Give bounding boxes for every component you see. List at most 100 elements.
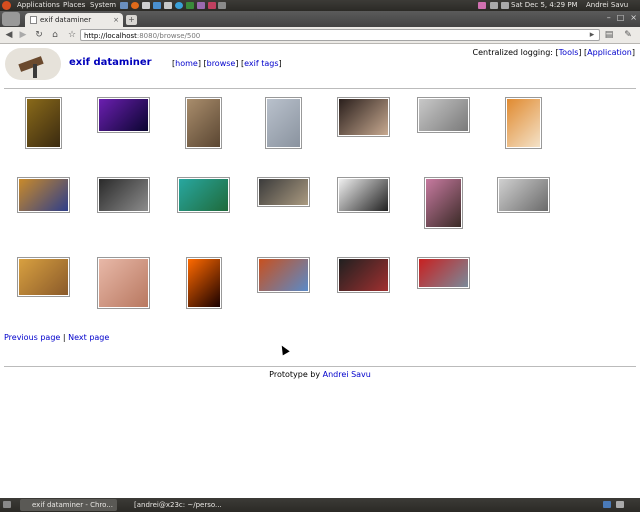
- ubuntu-logo-icon[interactable]: [2, 1, 11, 10]
- menu-applications[interactable]: Applications: [17, 0, 60, 11]
- notes-icon[interactable]: [164, 2, 172, 9]
- new-tab-button[interactable]: +: [126, 15, 137, 25]
- minimize-icon[interactable]: –: [607, 13, 611, 22]
- wrench-icon[interactable]: ✎: [622, 29, 634, 41]
- photo-thumbnail[interactable]: [417, 257, 470, 289]
- photo-image: [179, 179, 228, 211]
- photo-image: [419, 99, 468, 131]
- page-content: exif dataminer [home] [browse] [exif tag…: [0, 44, 640, 496]
- nav-browse-link[interactable]: browse: [207, 59, 236, 68]
- workspace-icon[interactable]: [603, 501, 611, 508]
- screenshot-icon[interactable]: [218, 2, 226, 9]
- text-editor-icon[interactable]: [142, 2, 150, 9]
- logging-links: Centralized logging: [Tools] [Applicatio…: [472, 48, 635, 57]
- photo-image: [499, 179, 548, 211]
- close-window-icon[interactable]: ×: [630, 13, 637, 22]
- url-path: :8080/browse/500: [136, 32, 201, 40]
- photo-thumbnail[interactable]: [337, 177, 390, 213]
- show-desktop-icon[interactable]: [3, 501, 11, 508]
- mail-icon[interactable]: [490, 2, 498, 9]
- chromium-icon[interactable]: [153, 2, 161, 9]
- pidgin-icon[interactable]: [197, 2, 205, 9]
- terminal-icon[interactable]: [186, 2, 194, 9]
- address-bar[interactable]: http://localhost:8080/browse/500: [80, 29, 600, 41]
- photo-image: [507, 99, 540, 147]
- photo-thumbnail[interactable]: [265, 97, 302, 149]
- app-icon[interactable]: [208, 2, 216, 9]
- bookmark-star-icon[interactable]: ☆: [66, 29, 78, 41]
- page-icon: [30, 16, 37, 24]
- photo-image: [259, 259, 308, 291]
- go-arrow-icon[interactable]: ▸: [586, 29, 598, 41]
- photo-image: [259, 179, 308, 205]
- pagination: Previous page | Next page: [4, 333, 109, 342]
- logo-mining-bar: [18, 56, 44, 72]
- footer: Prototype by Andrei Savu: [0, 370, 640, 379]
- photo-image: [187, 99, 220, 147]
- user-menu[interactable]: Andrei Savu: [586, 0, 628, 11]
- photo-thumbnail[interactable]: [505, 97, 542, 149]
- photo-thumbnail[interactable]: [424, 177, 463, 229]
- photo-thumbnail[interactable]: [417, 97, 470, 133]
- photo-thumbnail[interactable]: [257, 177, 310, 207]
- site-logo[interactable]: [5, 48, 61, 80]
- nav-home-link[interactable]: home: [175, 59, 198, 68]
- photo-thumbnail[interactable]: [97, 177, 150, 213]
- site-title[interactable]: exif dataminer: [69, 57, 152, 68]
- photo-image: [339, 179, 388, 211]
- photo-thumbnail[interactable]: [337, 97, 390, 137]
- launcher-icon[interactable]: [120, 2, 128, 9]
- trash-icon[interactable]: [616, 501, 624, 508]
- bottom-panel: exif dataminer - Chro... [andrei@x23c: ~…: [0, 498, 640, 512]
- logging-tools-link[interactable]: Tools: [559, 48, 579, 57]
- firefox-icon[interactable]: [131, 2, 139, 9]
- volume-icon[interactable]: [501, 2, 509, 9]
- url-host: http://localhost: [84, 32, 137, 40]
- footer-prefix: Prototype by: [269, 370, 321, 379]
- photo-image: [99, 259, 148, 307]
- taskbar-item-chrome[interactable]: exif dataminer - Chro...: [20, 499, 117, 511]
- logging-label: Centralized logging:: [472, 48, 553, 57]
- close-tab-icon[interactable]: ×: [113, 13, 119, 27]
- photo-image: [426, 179, 461, 227]
- clock[interactable]: Sat Dec 5, 4:29 PM: [511, 0, 578, 11]
- browser-toolbar: ◀ ▶ ↻ ⌂ ☆ http://localhost:8080/browse/5…: [0, 27, 640, 44]
- photo-thumbnail[interactable]: [186, 257, 222, 309]
- photo-thumbnail[interactable]: [97, 257, 150, 309]
- photo-image: [27, 99, 60, 147]
- photo-thumbnail[interactable]: [497, 177, 550, 213]
- home-icon[interactable]: ⌂: [49, 29, 61, 41]
- window-controls: – □ ×: [601, 13, 637, 22]
- chrome-app-icon[interactable]: [2, 12, 20, 26]
- menu-places[interactable]: Places: [63, 0, 85, 11]
- photo-thumbnail[interactable]: [17, 257, 70, 297]
- photo-thumbnail[interactable]: [97, 97, 150, 133]
- photo-thumbnail[interactable]: [25, 97, 62, 149]
- page-menu-icon[interactable]: ▤: [603, 29, 615, 41]
- photo-image: [267, 99, 300, 147]
- photo-image: [339, 99, 388, 135]
- indicator-icon[interactable]: [478, 2, 486, 9]
- forward-arrow-icon[interactable]: ▶: [17, 29, 29, 41]
- photo-thumbnail[interactable]: [337, 257, 390, 293]
- tab-exif-dataminer[interactable]: exif dataminer ×: [25, 13, 123, 27]
- author-link[interactable]: Andrei Savu: [323, 370, 371, 379]
- taskbar-label: exif dataminer - Chro...: [32, 501, 113, 509]
- header-divider: [4, 88, 636, 89]
- photo-thumbnail[interactable]: [257, 257, 310, 293]
- next-page-link[interactable]: Next page: [68, 333, 109, 342]
- logging-application-link[interactable]: Application: [587, 48, 632, 57]
- maximize-icon[interactable]: □: [617, 13, 625, 22]
- taskbar-label: [andrei@x23c: ~/perso...: [134, 501, 222, 509]
- taskbar-item-terminal[interactable]: [andrei@x23c: ~/perso...: [122, 499, 222, 511]
- photo-thumbnail[interactable]: [17, 177, 70, 213]
- back-arrow-icon[interactable]: ◀: [3, 29, 15, 41]
- previous-page-link[interactable]: Previous page: [4, 333, 60, 342]
- skype-icon[interactable]: [175, 2, 183, 9]
- photo-image: [339, 259, 388, 291]
- photo-thumbnail[interactable]: [185, 97, 222, 149]
- photo-thumbnail[interactable]: [177, 177, 230, 213]
- menu-system[interactable]: System: [90, 0, 116, 11]
- nav-exif-tags-link[interactable]: exif tags: [244, 59, 278, 68]
- reload-icon[interactable]: ↻: [33, 29, 45, 41]
